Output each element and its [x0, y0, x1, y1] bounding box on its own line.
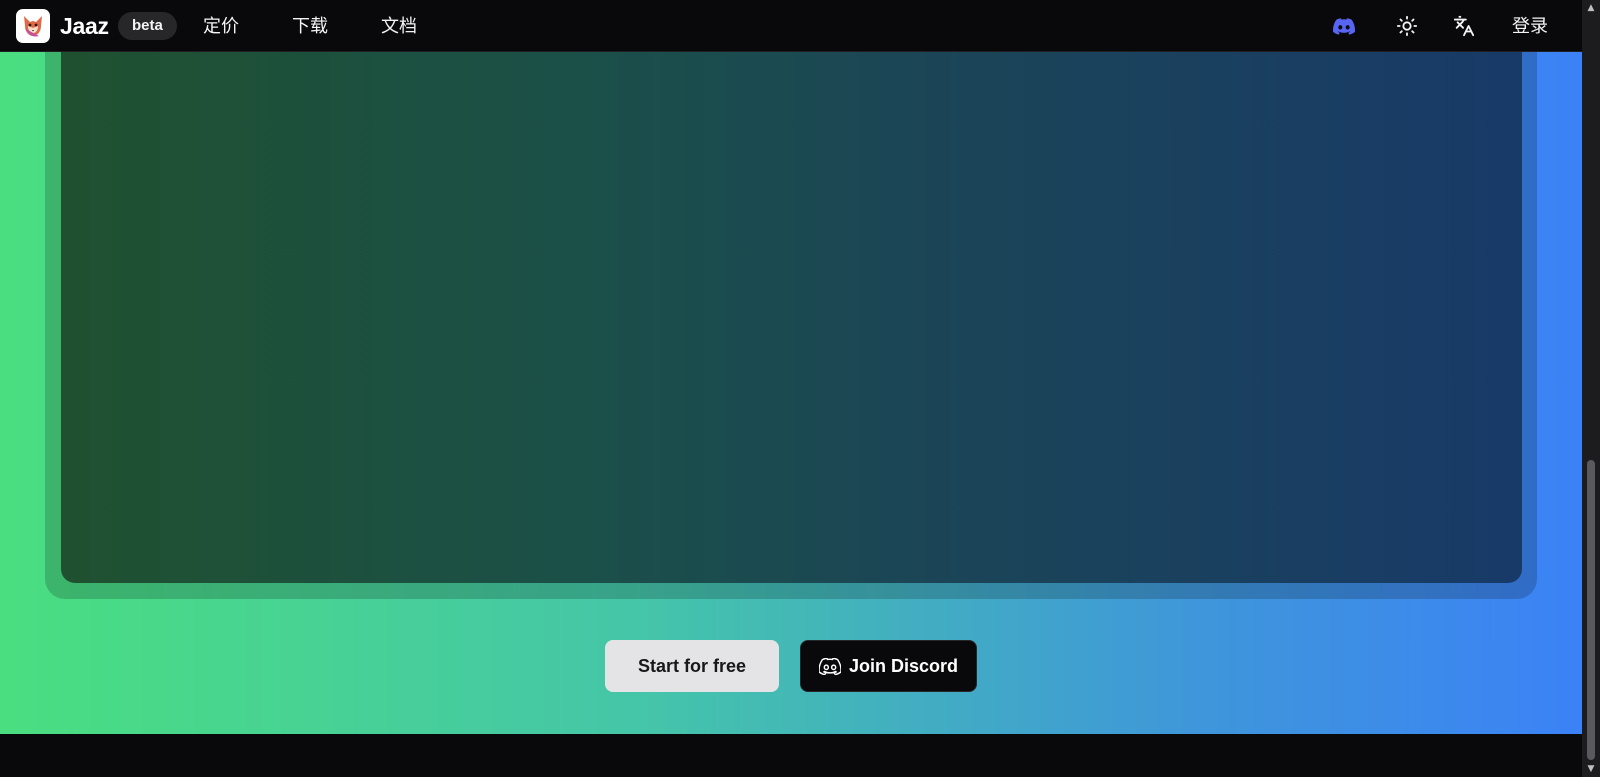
jaaz-logo[interactable] — [16, 9, 50, 43]
brand-name[interactable]: Jaaz — [60, 12, 109, 40]
hero-section: Start for free Join Discord — [0, 52, 1582, 734]
translate-icon — [1453, 15, 1475, 37]
discord-button[interactable] — [1331, 13, 1357, 39]
fox-logo-icon — [24, 16, 42, 37]
join-discord-label: Join Discord — [848, 655, 959, 676]
nav-docs-link[interactable]: 文档 — [381, 15, 417, 39]
start-for-free-button[interactable]: Start for free — [605, 640, 779, 692]
scroll-down-arrow-icon[interactable]: ▼ — [1582, 761, 1600, 777]
discord-icon — [818, 657, 841, 675]
nav-download-link[interactable]: 下载 — [292, 15, 328, 39]
sun-icon — [1396, 15, 1418, 37]
discord-icon — [1333, 17, 1355, 35]
top-navigation-bar: Jaaz beta 定价 下载 文档 登录 — [0, 0, 1582, 52]
nav-pricing-link[interactable]: 定价 — [203, 15, 239, 39]
scrollbar-thumb[interactable] — [1587, 460, 1595, 760]
join-discord-button[interactable]: Join Discord — [800, 640, 977, 692]
vertical-scrollbar[interactable]: ▲ ▼ — [1582, 0, 1600, 777]
login-link[interactable]: 登录 — [1512, 15, 1548, 39]
preview-screen — [61, 52, 1522, 583]
theme-toggle-button[interactable] — [1394, 13, 1420, 39]
beta-badge: beta — [118, 12, 177, 40]
scroll-up-arrow-icon[interactable]: ▲ — [1582, 0, 1600, 16]
language-button[interactable] — [1451, 13, 1477, 39]
